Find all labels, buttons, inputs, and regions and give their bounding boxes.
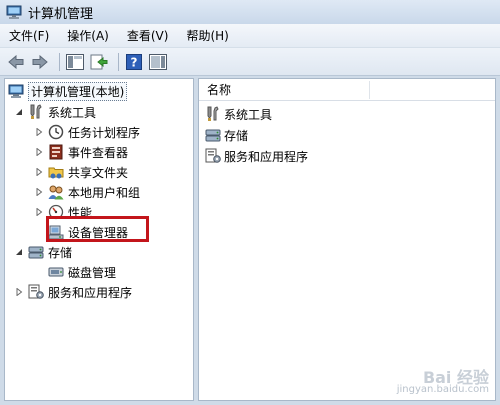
title-bar: 计算机管理 <box>0 0 500 24</box>
shared-folder-icon <box>48 164 64 180</box>
collapsed-arrow-icon[interactable] <box>14 287 24 297</box>
storage-icon <box>28 244 44 260</box>
tree-label-root: 计算机管理(本地) <box>28 81 128 101</box>
navigation-tree-pane: 计算机管理(本地) 系统工具 任务计划程序 事件查看器 共享文件夹 本地用户和组… <box>4 78 194 401</box>
collapsed-arrow-icon[interactable] <box>34 207 44 217</box>
tree-item-event-viewer[interactable]: 事件查看器 <box>34 142 128 162</box>
menu-action[interactable]: 操作(A) <box>64 25 112 46</box>
svg-text:?: ? <box>131 55 138 69</box>
list-label-services-applications: 服务和应用程序 <box>224 149 309 164</box>
tree-item-system-tools[interactable]: 系统工具 <box>14 102 96 122</box>
disk-management-icon <box>48 264 64 280</box>
tree-item-disk-management[interactable]: 磁盘管理 <box>48 262 116 282</box>
show-hide-tree-icon[interactable] <box>65 52 85 72</box>
clock-icon <box>48 124 64 140</box>
toolbar-separator <box>118 52 119 71</box>
tree-item-local-users-groups[interactable]: 本地用户和组 <box>34 182 140 202</box>
watermark-main: Bai 经验 <box>422 368 489 387</box>
event-viewer-icon <box>48 144 64 160</box>
services-icon <box>28 284 44 300</box>
list-label-system-tools: 系统工具 <box>224 107 273 122</box>
show-hide-action-pane-icon[interactable] <box>148 52 168 72</box>
tree-label-event-viewer: 事件查看器 <box>68 145 129 160</box>
tree-item-computer-management[interactable]: 计算机管理(本地) <box>8 81 128 101</box>
list-label-storage: 存储 <box>224 128 249 143</box>
collapsed-arrow-icon[interactable] <box>34 167 44 177</box>
list-item-storage[interactable]: 存储 <box>205 125 248 145</box>
export-list-icon[interactable] <box>89 52 109 72</box>
tree-item-services-applications[interactable]: 服务和应用程序 <box>14 282 132 302</box>
menu-bar: 文件(F) 操作(A) 查看(V) 帮助(H) <box>0 24 500 48</box>
expanded-arrow-icon[interactable] <box>14 247 24 257</box>
column-header-name[interactable]: 名称 <box>199 79 495 101</box>
storage-icon <box>205 127 221 143</box>
tree-label-services-applications: 服务和应用程序 <box>48 285 133 300</box>
menu-file[interactable]: 文件(F) <box>6 25 52 46</box>
collapsed-arrow-icon[interactable] <box>34 127 44 137</box>
column-separator[interactable] <box>369 81 370 99</box>
forward-arrow-icon[interactable] <box>30 52 50 72</box>
menu-help[interactable]: 帮助(H) <box>183 25 231 46</box>
tree-label-local-users-groups: 本地用户和组 <box>68 185 141 200</box>
highlight-annotation-box <box>46 216 149 242</box>
services-icon <box>205 148 221 164</box>
list-item-services-applications[interactable]: 服务和应用程序 <box>205 146 308 166</box>
list-item-system-tools[interactable]: 系统工具 <box>205 104 272 124</box>
tree-item-storage[interactable]: 存储 <box>14 242 72 262</box>
tree-label-shared-folders: 共享文件夹 <box>68 165 129 180</box>
expanded-arrow-icon[interactable] <box>14 107 24 117</box>
tree-label-task-scheduler: 任务计划程序 <box>68 125 141 140</box>
collapsed-arrow-icon[interactable] <box>34 147 44 157</box>
watermark-sub: jingyan.baidu.com <box>396 384 489 395</box>
watermark: Bai 经验 jingyan.baidu.com <box>396 368 489 396</box>
help-icon[interactable]: ? <box>124 52 144 72</box>
tree-label-storage: 存储 <box>48 245 73 260</box>
column-header-label: 名称 <box>207 83 232 97</box>
toolbar: ? <box>0 48 500 76</box>
window-title: 计算机管理 <box>28 6 94 22</box>
tree-item-task-scheduler[interactable]: 任务计划程序 <box>34 122 140 142</box>
users-icon <box>48 184 64 200</box>
toolbar-separator <box>59 52 60 71</box>
tree-label-disk-management: 磁盘管理 <box>68 265 117 280</box>
content-list-pane: 名称 系统工具 存储 服务和应用程序 Bai 经验 jingyan.baidu.… <box>198 78 496 401</box>
tools-icon <box>28 104 44 120</box>
tree-item-shared-folders[interactable]: 共享文件夹 <box>34 162 128 182</box>
collapsed-arrow-icon[interactable] <box>34 187 44 197</box>
computer-management-icon <box>8 83 24 99</box>
computer-management-icon <box>6 4 22 20</box>
menu-view[interactable]: 查看(V) <box>124 25 172 46</box>
tools-icon <box>205 106 221 122</box>
tree-label-system-tools: 系统工具 <box>48 105 97 120</box>
back-arrow-icon[interactable] <box>6 52 26 72</box>
